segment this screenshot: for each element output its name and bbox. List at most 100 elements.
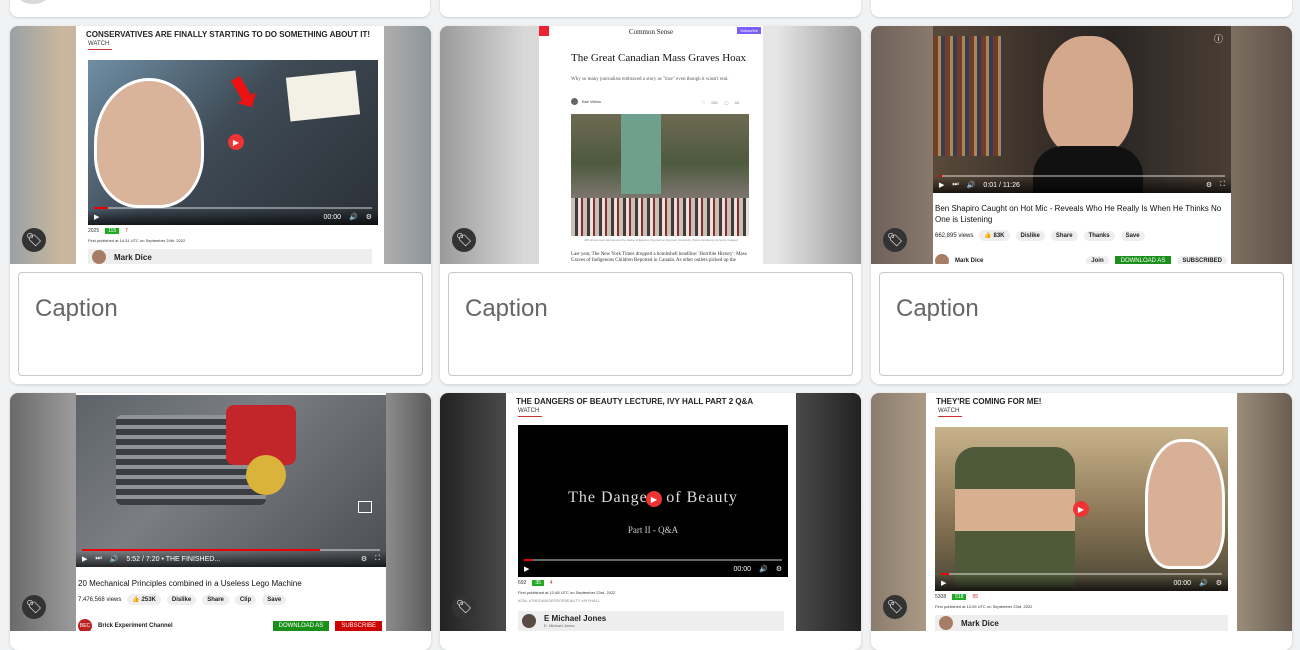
like-button[interactable]: 👍 253K bbox=[127, 594, 161, 605]
play-button-icon[interactable]: ▶ bbox=[939, 181, 944, 189]
post-card: ▶ ⏭ 🔊 5:52 / 7:20 • THE FINISHED... ⚙ ⛶ … bbox=[10, 393, 431, 650]
heart-icon[interactable]: ♡ bbox=[702, 100, 706, 105]
volume-icon[interactable]: 🔊 bbox=[110, 555, 119, 563]
thanks-button[interactable]: Thanks bbox=[1083, 230, 1115, 241]
next-icon[interactable]: ⏭ bbox=[952, 181, 958, 189]
channel-name[interactable]: E Michael Jones bbox=[544, 614, 606, 623]
play-button-icon[interactable]: ▶ bbox=[941, 579, 946, 587]
pip-icon[interactable] bbox=[358, 501, 372, 513]
author-name[interactable]: Bari Weiss bbox=[582, 99, 601, 104]
comment-icon[interactable]: ◯ bbox=[724, 100, 728, 105]
caption-input[interactable]: Caption bbox=[879, 272, 1284, 376]
like-count[interactable]: 518 bbox=[952, 594, 967, 600]
military-officer bbox=[955, 447, 1075, 587]
tag-icon[interactable]: 🏷 bbox=[22, 228, 46, 252]
video-stats: 2025 115 7 bbox=[88, 228, 128, 234]
share-button[interactable]: Share bbox=[1050, 230, 1078, 241]
save-button[interactable]: Save bbox=[1120, 230, 1145, 241]
fullscreen-icon[interactable]: ⛶ bbox=[375, 555, 380, 563]
avatar: BEC bbox=[78, 619, 92, 631]
subscribe-button[interactable]: SUBSCRIBE bbox=[335, 621, 382, 631]
settings-icon[interactable]: ⚙ bbox=[1206, 181, 1212, 189]
previous-card bbox=[10, 0, 430, 17]
brand-name: Common Sense bbox=[628, 28, 674, 36]
dislike-count[interactable]: 7 bbox=[125, 228, 128, 234]
post-thumbnail[interactable]: THEY'RE COMING FOR ME! WATCH ▶ ▶ 00:00 🔊… bbox=[871, 393, 1292, 631]
avatar bbox=[939, 616, 953, 630]
presenter-face bbox=[1145, 439, 1225, 569]
channel-row: Mark Dice bbox=[935, 615, 1228, 631]
time-display: 00:00 bbox=[1173, 579, 1191, 587]
post-thumbnail[interactable]: ▶ ⏭ 🔊 5:52 / 7:20 • THE FINISHED... ⚙ ⛶ … bbox=[10, 393, 431, 631]
join-button[interactable]: Join bbox=[1086, 256, 1109, 264]
caption-placeholder: Caption bbox=[896, 295, 979, 322]
post-card: CONSERVATIVES ARE FINALLY STARTING TO DO… bbox=[10, 26, 431, 384]
dislike-count[interactable]: 55 bbox=[972, 594, 978, 600]
arrow-down-icon: ⬇ bbox=[215, 63, 273, 125]
thumbnail-screenshot: ⓘ ▶ ⏭ 🔊 0:01 / 11:26 ⚙ ⛶ Ben Shapiro Cau… bbox=[933, 26, 1231, 264]
previous-card bbox=[440, 0, 861, 17]
like-count[interactable]: 35 bbox=[532, 580, 544, 586]
settings-icon[interactable]: ⚙ bbox=[1216, 579, 1222, 587]
save-button[interactable]: Save bbox=[262, 594, 287, 605]
action-bar: 7,476,568 views 👍 253K Dislike Share Cli… bbox=[78, 594, 382, 605]
volume-icon[interactable]: 🔊 bbox=[759, 565, 768, 573]
tag-icon[interactable]: 🏷 bbox=[22, 595, 46, 619]
share-button[interactable]: Share bbox=[202, 594, 229, 605]
channel-name[interactable]: Mark Dice bbox=[955, 258, 983, 264]
post-thumbnail[interactable]: ⓘ ▶ ⏭ 🔊 0:01 / 11:26 ⚙ ⛶ Ben Shapiro Cau… bbox=[871, 26, 1292, 264]
avatar bbox=[92, 250, 106, 264]
post-thumbnail[interactable]: THE DANGERS OF BEAUTY LECTURE, IVY HALL … bbox=[440, 393, 861, 631]
play-button-icon[interactable]: ▶ bbox=[524, 565, 529, 573]
play-icon[interactable]: ▶ bbox=[228, 134, 244, 150]
subscribed-button[interactable]: SUBSCRIBED bbox=[1177, 256, 1227, 264]
fullscreen-icon[interactable]: ⛶ bbox=[1220, 181, 1225, 189]
info-icon[interactable]: ⓘ bbox=[1214, 32, 1223, 45]
presenter-face bbox=[1043, 36, 1133, 156]
channel-name[interactable]: Mark Dice bbox=[961, 619, 999, 628]
dislike-count[interactable]: 4 bbox=[550, 580, 553, 586]
settings-icon[interactable]: ⚙ bbox=[366, 213, 372, 221]
caption-placeholder: Caption bbox=[465, 295, 548, 322]
dislike-button[interactable]: Dislike bbox=[166, 594, 197, 605]
comment-count: 48 bbox=[734, 100, 739, 105]
caption-input[interactable]: Caption bbox=[448, 272, 853, 376]
channel-row: Mark Dice Join DOWNLOAD AS SUBSCRIBED bbox=[935, 254, 1227, 264]
article-photo bbox=[571, 114, 749, 236]
channel-name[interactable]: Brick Experiment Channel bbox=[98, 623, 173, 629]
tag-icon[interactable]: 🏷 bbox=[452, 228, 476, 252]
hashtags[interactable]: #ZNL #THEDANGERSOFBEAUTY #IVYHALL bbox=[518, 598, 600, 603]
play-icon[interactable]: ▶ bbox=[1073, 501, 1089, 517]
play-icon[interactable]: ▶ bbox=[646, 491, 662, 507]
like-count[interactable]: 115 bbox=[105, 228, 120, 234]
download-button[interactable]: DOWNLOAD AS bbox=[272, 621, 330, 631]
video-player: ▶ ⏭ 🔊 5:52 / 7:20 • THE FINISHED... ⚙ ⛶ bbox=[76, 395, 386, 567]
published-date: First published at 12:48 UTC on Septembe… bbox=[518, 590, 616, 595]
like-button[interactable]: 👍 83K bbox=[979, 230, 1010, 241]
volume-icon[interactable]: 🔊 bbox=[349, 213, 358, 221]
play-button-icon[interactable]: ▶ bbox=[94, 213, 99, 221]
statue-base bbox=[621, 114, 661, 194]
time-display: 5:52 / 7:20 • THE FINISHED... bbox=[126, 555, 221, 563]
next-icon[interactable]: ⏭ bbox=[95, 555, 101, 563]
tag-icon[interactable]: 🏷 bbox=[883, 595, 907, 619]
channel-name[interactable]: Mark Dice bbox=[114, 253, 152, 262]
dislike-button[interactable]: Dislike bbox=[1015, 230, 1045, 241]
download-button[interactable]: DOWNLOAD AS bbox=[1114, 256, 1172, 264]
subscribe-button[interactable]: Subscribe bbox=[737, 27, 761, 34]
channel-handle: E. Michael Jones bbox=[544, 623, 575, 628]
post-card: Common Sense Subscribe The Great Canadia… bbox=[440, 26, 861, 384]
action-bar: 662,895 views 👍 83K Dislike Share Thanks… bbox=[935, 230, 1227, 241]
caption-input[interactable]: Caption bbox=[18, 272, 423, 376]
settings-icon[interactable]: ⚙ bbox=[361, 555, 367, 563]
tag-icon[interactable]: 🏷 bbox=[452, 595, 476, 619]
tag-icon[interactable]: 🏷 bbox=[883, 228, 907, 252]
play-button-icon[interactable]: ▶ bbox=[82, 555, 87, 563]
post-thumbnail[interactable]: Common Sense Subscribe The Great Canadia… bbox=[440, 26, 861, 264]
clip-button[interactable]: Clip bbox=[234, 594, 257, 605]
volume-icon[interactable]: 🔊 bbox=[1199, 579, 1208, 587]
volume-icon[interactable]: 🔊 bbox=[967, 181, 976, 189]
post-thumbnail[interactable]: CONSERVATIVES ARE FINALLY STARTING TO DO… bbox=[10, 26, 431, 264]
protest-sign bbox=[285, 70, 361, 122]
settings-icon[interactable]: ⚙ bbox=[776, 565, 782, 573]
